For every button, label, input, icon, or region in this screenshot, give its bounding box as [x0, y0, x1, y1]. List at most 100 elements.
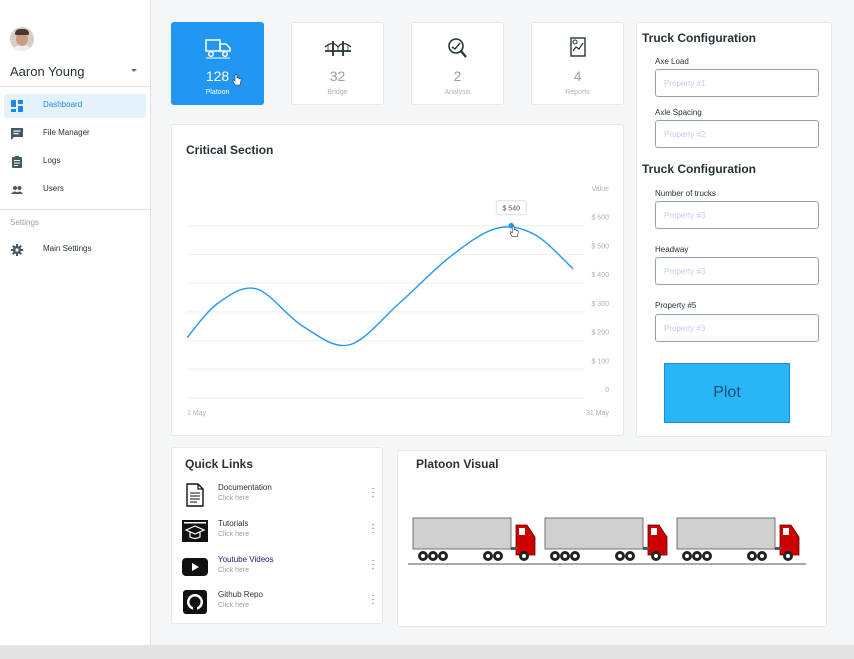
hitch: [775, 547, 781, 550]
truck-icon: [676, 517, 800, 561]
sidebar-divider: [0, 86, 151, 87]
bridge-icon: [324, 41, 351, 56]
quick-links-title: Quick Links: [185, 457, 254, 471]
more-vert-icon[interactable]: · · ·: [369, 556, 377, 574]
link-title: Youtube Videos: [218, 555, 274, 564]
app-frame: Aaron Young Dashboard File Manager Logs: [0, 0, 854, 645]
hubcap: [563, 554, 567, 558]
hubcap: [553, 554, 557, 558]
y-tick-label: $ 400: [591, 272, 609, 279]
cab-window: [783, 528, 789, 535]
truck-cab: [515, 524, 536, 556]
stat-label: Reports: [565, 89, 590, 96]
platoon-illustration: [408, 517, 806, 565]
hand-cursor-icon: [232, 74, 242, 86]
axle-spacing-label: Axle Spacing: [655, 108, 702, 117]
truck-icon: [204, 39, 231, 59]
document-icon: [186, 483, 204, 507]
truck-cab: [779, 524, 800, 556]
truck-cab: [647, 524, 668, 556]
plot-button[interactable]: Plot: [664, 363, 790, 423]
x-tick-label: 1 May: [187, 410, 207, 417]
sidebar-item-logs[interactable]: Logs: [4, 150, 146, 174]
sidebar-item-dashboard[interactable]: Dashboard: [4, 94, 146, 118]
hubcap: [654, 554, 658, 558]
hubcap: [705, 554, 709, 558]
headway-input[interactable]: [655, 257, 819, 285]
hubcap: [573, 554, 577, 558]
chevron-down-icon[interactable]: [131, 69, 137, 72]
trailer: [676, 517, 776, 550]
hubcap: [486, 554, 490, 558]
platoon-visual-card: Platoon Visual: [397, 450, 827, 627]
x-tick-label: 31 May: [586, 410, 609, 417]
report-icon: [569, 37, 586, 57]
hubcap: [522, 554, 526, 558]
stat-value: 32: [329, 68, 346, 84]
more-vert-icon[interactable]: · · ·: [369, 484, 377, 502]
link-subtitle: Click here: [218, 531, 250, 538]
truck-icon: [412, 517, 536, 561]
graduation-cap-icon: [182, 520, 208, 542]
hitch: [643, 547, 649, 550]
truck-config-title: Truck Configuration: [642, 31, 756, 45]
sidebar-divider: [0, 209, 151, 210]
link-title: Tutorials: [218, 519, 249, 528]
sidebar-item-label: Main Settings: [43, 244, 92, 253]
property-5-label: Property #5: [655, 301, 697, 310]
hubcap: [496, 554, 500, 558]
quick-link-documentation[interactable]: Documentation Click here · · ·: [182, 479, 377, 511]
truck-icon: [544, 517, 668, 561]
sidebar-item-label: Logs: [43, 156, 61, 165]
clipboard-icon: [12, 156, 22, 168]
gear-icon: [11, 244, 23, 256]
stat-card-bridge[interactable]: 32 Bridge: [291, 22, 384, 105]
more-vert-icon[interactable]: · · ·: [369, 520, 377, 538]
stat-card-analysis[interactable]: 2 Analysis: [411, 22, 504, 105]
link-title: Documentation: [218, 483, 272, 492]
link-title: Github Repo: [218, 590, 263, 599]
avatar[interactable]: [10, 27, 34, 51]
stat-value: 2: [453, 68, 462, 84]
sidebar-item-users[interactable]: Users: [4, 178, 146, 202]
quick-link-youtube[interactable]: Youtube Videos Click here · · ·: [182, 551, 377, 583]
quick-link-tutorials[interactable]: Tutorials Click here · · ·: [182, 515, 377, 547]
trailer: [412, 517, 512, 550]
sidebar-item-file-manager[interactable]: File Manager: [4, 122, 146, 146]
stat-value: 4: [573, 68, 582, 84]
analysis-icon: [447, 38, 467, 58]
hubcap: [628, 554, 632, 558]
number-of-trucks-input[interactable]: [655, 201, 819, 229]
hubcap: [750, 554, 754, 558]
quick-links-card: Quick Links Documentation Click here · · ·…: [171, 447, 383, 624]
sidebar-item-main-settings[interactable]: Main Settings: [4, 238, 146, 262]
stat-value: 128: [205, 68, 230, 84]
truck-configuration-panel: Truck Configuration Axe Load Axle Spacin…: [636, 22, 832, 437]
property-5-input[interactable]: [655, 314, 819, 342]
y-tick-label: $ 300: [591, 301, 609, 308]
hubcap: [441, 554, 445, 558]
cab-window: [651, 528, 657, 535]
axe-load-input[interactable]: [655, 69, 819, 97]
critical-section-card: Critical Section Value 0 $ 100 $ 200 $ 300 $ …: [171, 124, 624, 436]
quick-link-github[interactable]: Github Repo Click here · · ·: [182, 586, 377, 618]
more-vert-icon[interactable]: · · ·: [369, 591, 377, 609]
stat-card-reports[interactable]: 4 Reports: [531, 22, 624, 105]
link-subtitle: Click here: [218, 495, 250, 502]
tooltip-value: $ 540: [502, 206, 520, 213]
youtube-icon: [182, 558, 208, 576]
stat-label: Analysis: [444, 89, 471, 96]
stat-card-platoon[interactable]: 128 Platoon: [171, 22, 264, 105]
truck-config-title-2: Truck Configuration: [642, 162, 756, 176]
hubcap: [685, 554, 689, 558]
hubcap: [431, 554, 435, 558]
y-tick-label: $ 500: [591, 243, 609, 250]
trailer: [544, 517, 644, 550]
link-subtitle: Click here: [218, 567, 250, 574]
settings-section-label: Settings: [10, 218, 39, 227]
y-tick-label: $ 200: [591, 330, 609, 337]
line-chart: Value 0 $ 100 $ 200 $ 300 $ 400 $ 500 $ 600 1 Ma…: [186, 186, 609, 417]
axle-spacing-input[interactable]: [655, 120, 819, 148]
user-name[interactable]: Aaron Young: [10, 64, 84, 79]
sidebar-item-label: Dashboard: [43, 100, 83, 109]
